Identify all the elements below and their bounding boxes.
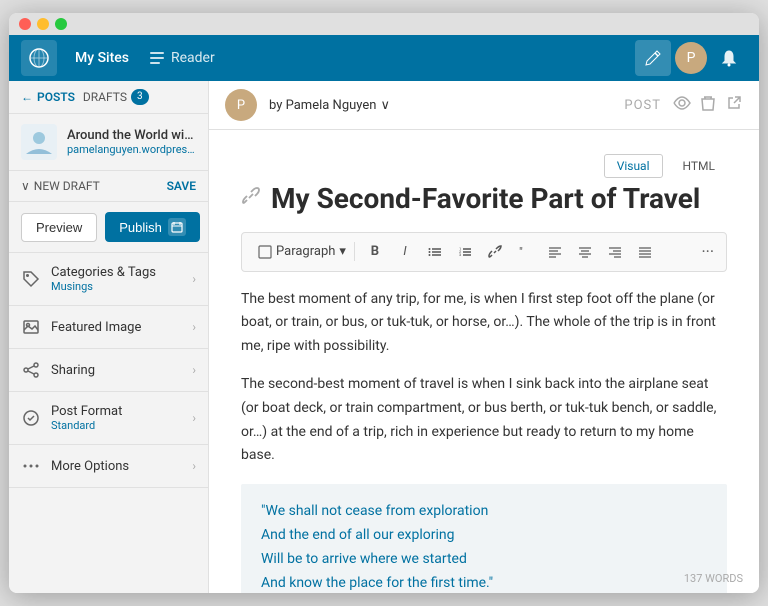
app-window: My Sites Reader P	[9, 13, 759, 593]
reader-link[interactable]: Reader	[139, 46, 225, 70]
editor-area: Visual HTML My Second-Favorite Part of T…	[209, 130, 759, 593]
chevron-right-icon: ›	[192, 459, 196, 473]
post-title[interactable]: My Second-Favorite Part of Travel	[271, 182, 700, 216]
content-topbar: P by Pamela Nguyen ∨ POST	[209, 81, 759, 130]
tag-icon	[21, 270, 41, 288]
ordered-list-button[interactable]: 1 2 3	[451, 239, 479, 265]
site-url: pamelanguyen.wordpress.com	[67, 143, 196, 156]
unordered-list-button[interactable]	[421, 239, 449, 265]
tab-html[interactable]: HTML	[671, 155, 728, 177]
publish-button[interactable]: Publish	[105, 212, 200, 242]
preview-icon[interactable]	[673, 94, 691, 116]
sidebar-item-more-options[interactable]: More Options ›	[9, 445, 208, 488]
drafts-tab[interactable]: DRAFTS 3	[83, 89, 149, 105]
close-button[interactable]	[19, 18, 31, 30]
link-icon	[241, 186, 261, 211]
bold-button[interactable]: B	[361, 239, 389, 265]
featured-image-icon	[21, 318, 41, 336]
user-avatar[interactable]: P	[675, 42, 707, 74]
wordpress-logo	[21, 40, 57, 76]
top-navigation: My Sites Reader P	[9, 35, 759, 81]
link-button[interactable]	[481, 239, 509, 265]
back-arrow-icon: ←	[21, 90, 33, 104]
post-title-row: My Second-Favorite Part of Travel	[241, 182, 727, 216]
sharing-icon	[21, 361, 41, 379]
dropdown-arrow-icon: ∨	[380, 98, 390, 113]
drafts-count-badge: 3	[131, 89, 149, 105]
my-sites-link[interactable]: My Sites	[65, 46, 139, 70]
align-left-button[interactable]	[541, 239, 569, 265]
main-layout: ← POSTS DRAFTS 3 Around	[9, 81, 759, 593]
site-card[interactable]: Around the World with Pam pamelanguyen.w…	[9, 114, 208, 171]
new-draft-label[interactable]: ∨ NEW DRAFT	[21, 179, 100, 193]
blockquote-button[interactable]: "	[511, 239, 539, 265]
trash-icon[interactable]	[699, 94, 717, 116]
italic-button[interactable]: I	[391, 239, 419, 265]
align-center-button[interactable]	[571, 239, 599, 265]
post-label: POST	[624, 98, 661, 113]
author-name-dropdown[interactable]: by Pamela Nguyen ∨	[269, 98, 390, 113]
svg-text:": "	[519, 245, 523, 259]
word-count: 137 WORDS	[684, 572, 743, 585]
sidebar-item-categories-tags[interactable]: Categories & Tags Musings ›	[9, 253, 208, 306]
paragraph-1: The best moment of any trip, for me, is …	[241, 288, 727, 359]
site-name: Around the World with Pam	[67, 128, 196, 143]
sidebar: ← POSTS DRAFTS 3 Around	[9, 81, 209, 593]
topnav-action-icons: P	[635, 40, 747, 76]
chevron-right-icon: ›	[192, 411, 196, 425]
paragraph-dropdown-icon: ▾	[339, 244, 346, 259]
editor-content[interactable]: The best moment of any trip, for me, is …	[241, 288, 727, 593]
align-right-button[interactable]	[601, 239, 629, 265]
notifications-icon-button[interactable]	[711, 40, 747, 76]
minimize-button[interactable]	[37, 18, 49, 30]
site-info: Around the World with Pam pamelanguyen.w…	[67, 128, 196, 156]
external-link-icon[interactable]	[725, 94, 743, 116]
view-tabs: Visual HTML	[241, 154, 727, 178]
topbar-action-icons	[673, 94, 743, 116]
posts-link[interactable]: ← POSTS	[21, 90, 75, 104]
justify-button[interactable]	[631, 239, 659, 265]
publish-calendar-icon	[168, 218, 186, 236]
chevron-down-icon: ∨	[21, 179, 30, 193]
save-link[interactable]: SAVE	[167, 179, 196, 193]
chevron-right-icon: ›	[192, 320, 196, 334]
posts-drafts-bar: ← POSTS DRAFTS 3	[9, 81, 208, 114]
publish-actions: Preview Publish	[9, 202, 208, 253]
content-area: P by Pamela Nguyen ∨ POST	[209, 81, 759, 593]
sidebar-item-sharing[interactable]: Sharing ›	[9, 349, 208, 392]
tab-visual[interactable]: Visual	[604, 154, 663, 178]
more-options-icon	[21, 457, 41, 475]
svg-text:3: 3	[459, 252, 461, 257]
post-format-icon	[21, 409, 41, 427]
chevron-right-icon: ›	[192, 272, 196, 286]
edit-icon-button[interactable]	[635, 40, 671, 76]
site-icon	[21, 124, 57, 160]
preview-button[interactable]: Preview	[21, 213, 97, 242]
blockquote: "We shall not cease from exploration And…	[241, 484, 727, 593]
titlebar	[9, 13, 759, 35]
sidebar-item-post-format[interactable]: Post Format Standard ›	[9, 392, 208, 445]
paragraph-format-selector[interactable]: Paragraph ▾	[250, 242, 355, 261]
new-draft-bar: ∨ NEW DRAFT SAVE	[9, 171, 208, 202]
sidebar-item-featured-image[interactable]: Featured Image ›	[9, 306, 208, 349]
maximize-button[interactable]	[55, 18, 67, 30]
paragraph-2: The second-best moment of travel is when…	[241, 373, 727, 468]
author-avatar: P	[225, 89, 257, 121]
chevron-right-icon: ›	[192, 363, 196, 377]
editor-toolbar: Paragraph ▾ B I	[241, 232, 727, 272]
toolbar-more-button[interactable]: ···	[697, 242, 718, 261]
